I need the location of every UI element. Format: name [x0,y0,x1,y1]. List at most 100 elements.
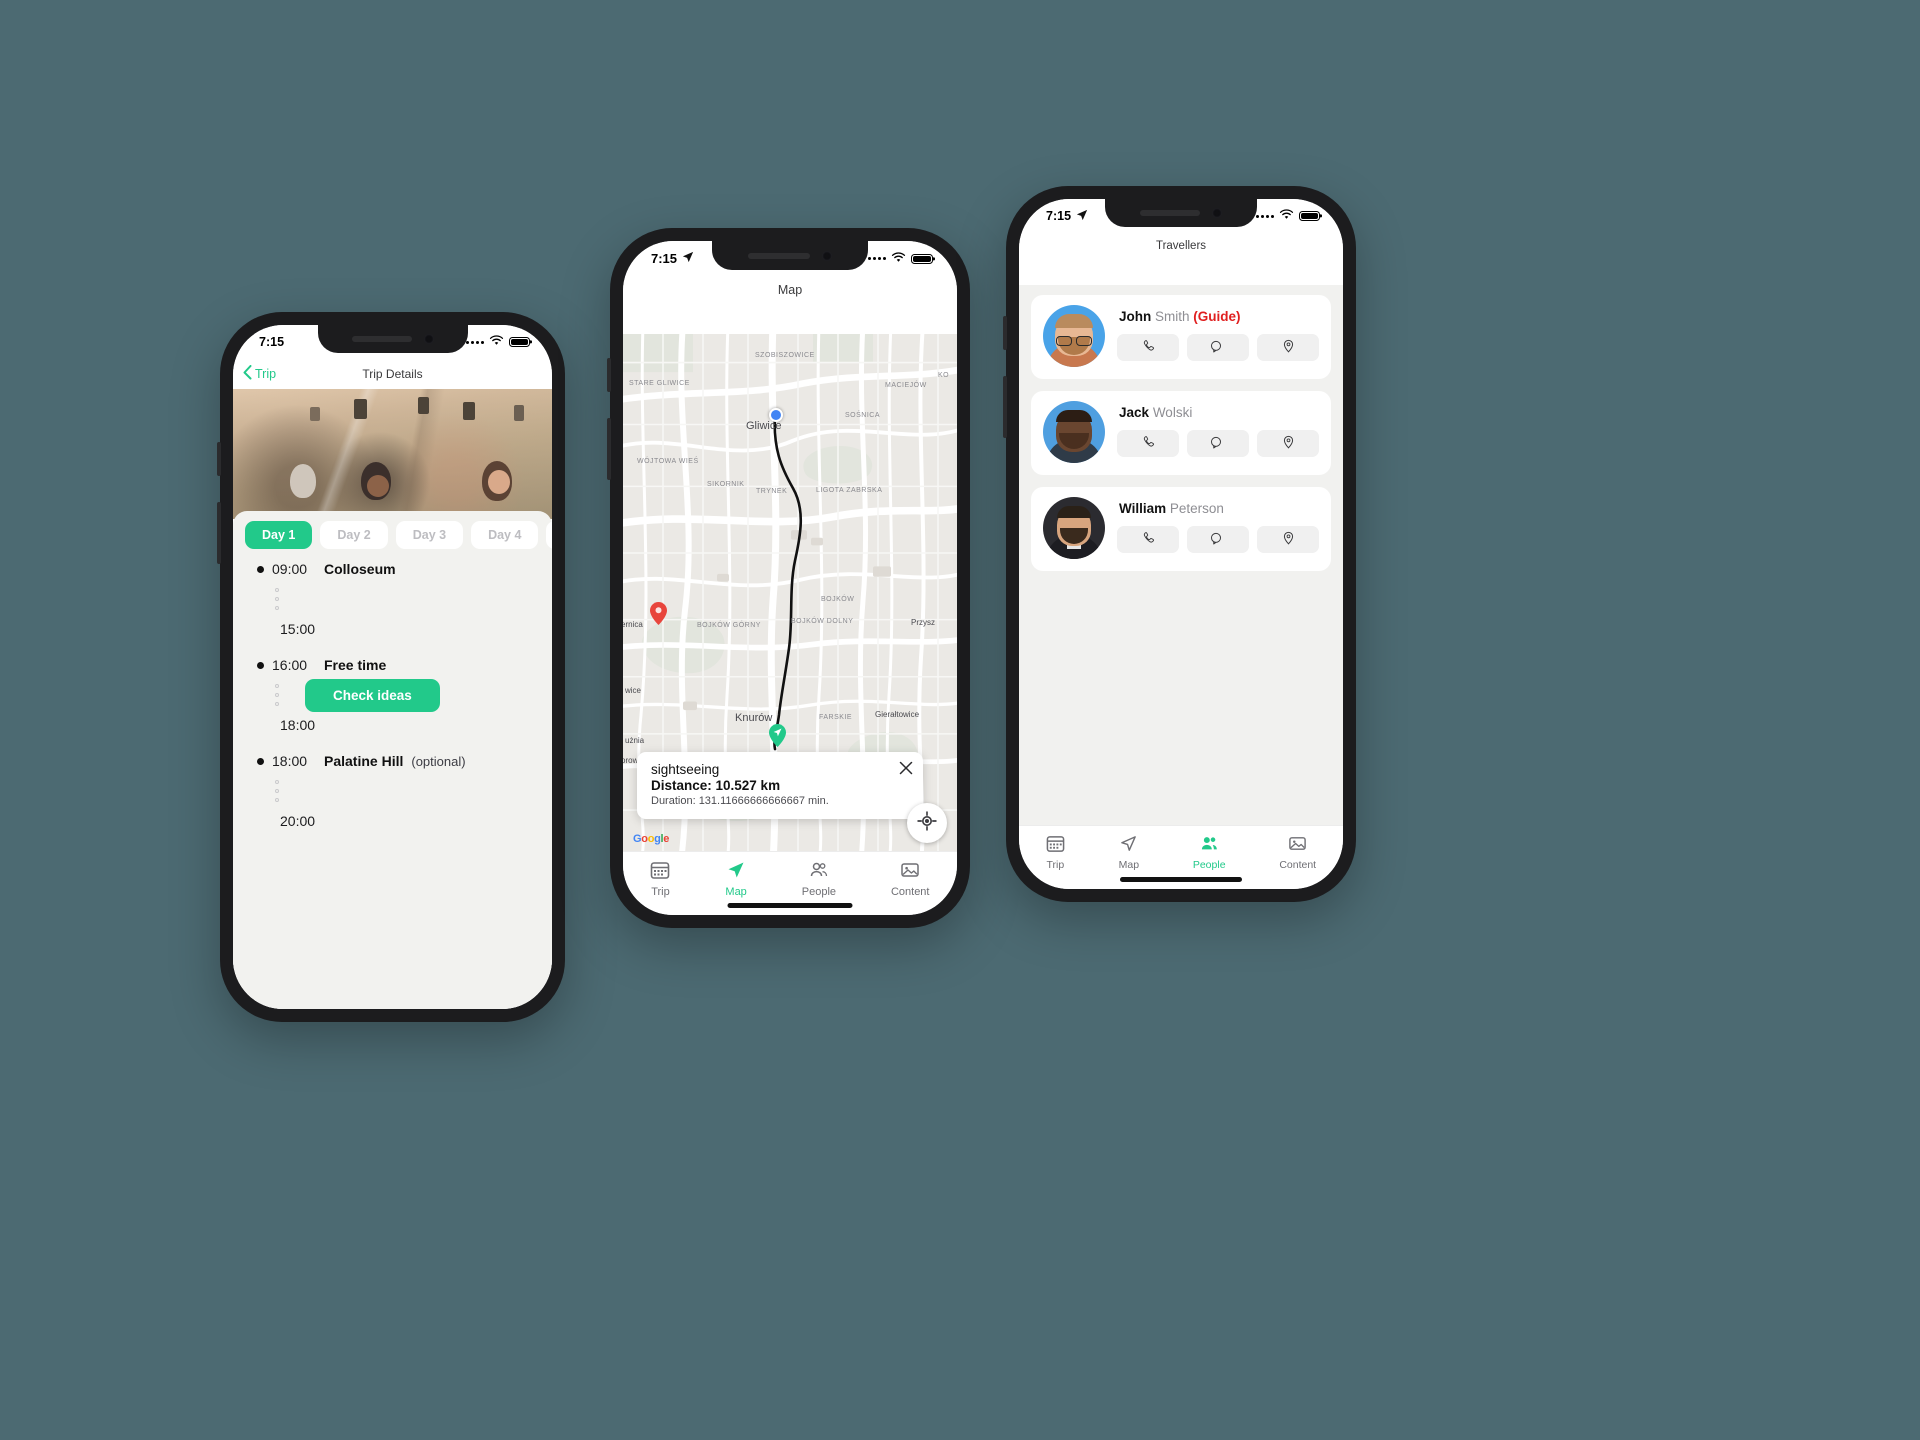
tab-people[interactable]: People [802,860,836,898]
locate-button[interactable] [1257,430,1319,457]
traveller-name: Jack Wolski [1119,405,1319,420]
traveller-first-name: John [1119,309,1152,324]
traveller-name: William Peterson [1119,501,1319,516]
timeline-end-time: 18:00 [280,717,316,733]
map-area-label: użnia [625,736,645,745]
page-title: Travellers [1155,240,1207,252]
signal-dots-icon [466,340,484,344]
map-area-label: wice [625,686,642,695]
dotted-connector-icon [275,588,279,610]
phone-icon [1141,435,1156,453]
timeline-title: Free time [324,657,387,673]
image-icon [1288,834,1307,856]
bottom-tab-bar[interactable]: Trip Map People Content [1019,825,1343,889]
traveller-actions[interactable] [1117,526,1319,553]
blue-origin-dot[interactable] [769,408,783,422]
green-destination-pin[interactable] [769,724,786,747]
tab-map[interactable]: Map [725,860,747,898]
message-button[interactable] [1187,526,1249,553]
map-area-label: FARSKIE [819,714,853,721]
red-map-pin[interactable] [650,602,667,625]
call-button[interactable] [1117,430,1179,457]
route-duration: Duration: 131.11666666666667 min. [651,795,829,807]
tab-label: Map [1118,859,1140,871]
avatar [1043,401,1105,463]
tab-people[interactable]: People [1193,834,1226,871]
chat-bubble-icon [1210,339,1226,357]
status-time: 7:15 [651,251,678,266]
locate-button[interactable] [1257,526,1319,553]
message-button[interactable] [1187,430,1249,457]
tab-map[interactable]: Map [1119,834,1139,871]
traveller-actions[interactable] [1117,334,1319,361]
map-area-label: SZOBISZOWICE [755,352,815,359]
back-button[interactable]: Trip [243,365,276,383]
timeline-item[interactable]: 18:00 Palatine Hill (optional) [233,753,552,769]
traveller-first-name: Jack [1119,405,1150,420]
traveller-card[interactable]: John Smith (Guide) [1031,295,1331,379]
traveller-card[interactable]: Jack Wolski [1031,391,1331,475]
phone-trip-details: 7:15 Trip Trip Details Day 1 Day 2 Day 3… [217,312,565,1022]
map-pin-icon [1281,339,1296,357]
close-icon[interactable] [899,761,913,775]
tab-label: People [801,886,837,898]
day-tab-3[interactable]: Day 3 [395,521,464,549]
traveller-name: John Smith (Guide) [1119,309,1319,324]
traveller-card[interactable]: William Peterson [1031,487,1331,571]
wifi-icon [891,251,906,266]
tab-label: Trip [1046,859,1065,871]
map-area-label: BOJKÓW GÓRNY [697,622,761,629]
front-camera-icon [423,334,434,344]
locate-button[interactable] [1257,334,1319,361]
dotted-connector-icon [275,780,279,802]
navigation-arrow-icon [1119,834,1138,856]
tab-content[interactable]: Content [891,860,929,898]
timeline-gap [233,769,552,813]
notch [712,241,868,270]
route-info-card: sightseeing Distance: 10.527 km Duration… [637,752,923,819]
route-distance: Distance: 10.527 km [651,778,781,793]
day-tab-4[interactable]: Day 4 [471,521,539,549]
timeline-gap: Check ideas [233,673,552,717]
battery-icon [509,337,532,347]
day-tab-1[interactable]: Day 1 [245,521,313,549]
tab-label: Content [1279,859,1317,871]
earpiece-speaker [747,252,811,259]
screen-travellers: 7:15 Travellers John Smith (Guide) Jack … [1019,199,1343,889]
phone-map: 7:15 Map SZOBISZOWICE STARE GLIWICE MACI… [607,228,970,928]
tab-trip[interactable]: Trip [1046,834,1065,871]
call-button[interactable] [1117,526,1179,553]
call-button[interactable] [1117,334,1179,361]
chat-bubble-icon [1210,435,1226,453]
tab-content[interactable]: Content [1279,834,1316,871]
day-tab-2[interactable]: Day 2 [320,521,388,549]
timeline-item[interactable]: 09:00 Colloseum [233,561,552,577]
status-time: 7:15 [1046,209,1072,223]
calendar-icon [650,860,670,883]
day-tab-5[interactable]: Day 5 [546,521,552,549]
traveller-last-name: Wolski [1152,405,1193,420]
traveller-actions[interactable] [1117,430,1319,457]
my-location-button[interactable] [907,803,947,843]
home-indicator [727,903,853,908]
day-tabs[interactable]: Day 1 Day 2 Day 3 Day 4 Day 5 [233,511,552,559]
message-button[interactable] [1187,334,1249,361]
tab-trip[interactable]: Trip [650,860,670,898]
google-attribution: Google [633,833,670,845]
front-camera-icon [822,250,833,261]
bottom-tab-bar[interactable]: Trip Map People Content [623,851,957,915]
map-area-label: BOJKÓW [821,596,855,603]
timeline-gap [233,577,552,621]
day-plan-sheet: Day 1 Day 2 Day 3 Day 4 Day 5 09:00 Coll… [233,511,552,1009]
map-area-label: SIKORNIK [707,481,745,488]
timeline-bullet-icon [257,565,264,573]
travellers-list: John Smith (Guide) Jack Wolski William P… [1019,285,1343,825]
map-pin-icon [1281,435,1296,453]
map-area-label: KO [938,372,950,379]
timeline-start-time: 16:00 [272,657,308,673]
timeline-item[interactable]: 16:00 Free time [233,657,552,673]
trip-hero-photo [233,389,552,519]
check-ideas-button[interactable]: Check ideas [305,678,440,712]
battery-icon [1299,211,1322,221]
timeline-end-time: 20:00 [280,813,316,829]
